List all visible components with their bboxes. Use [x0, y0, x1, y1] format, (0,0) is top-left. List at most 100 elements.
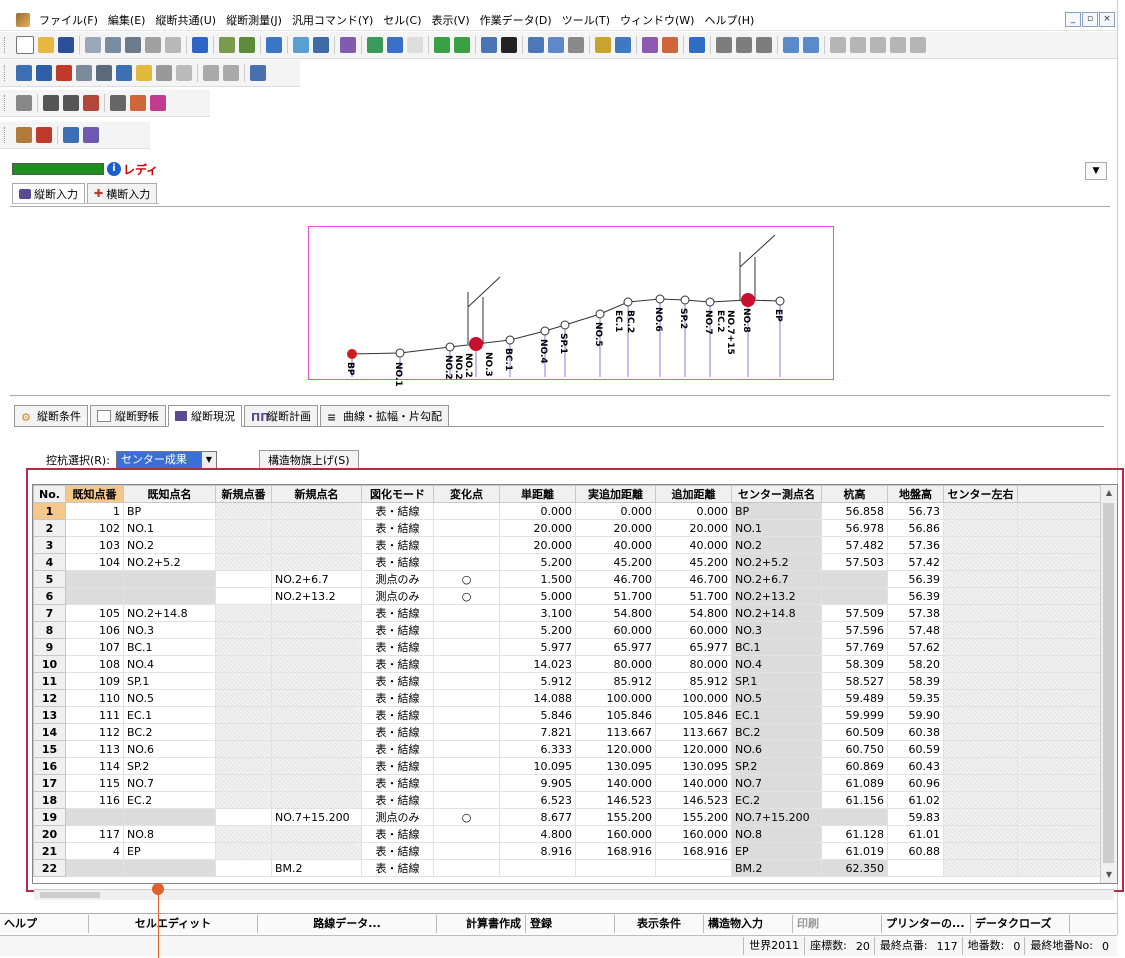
- table-cell[interactable]: 105.846: [575, 706, 656, 724]
- table-cell[interactable]: EP: [731, 842, 822, 860]
- table-cell[interactable]: 80.000: [655, 655, 732, 673]
- table-cell[interactable]: 16: [33, 757, 66, 775]
- data-grid[interactable]: No. 既知点番 既知点名 新規点番 新規点名 図化モード 変化点 単距離 実追…: [32, 484, 1118, 884]
- disk-icon[interactable]: [642, 37, 658, 53]
- zoom-window-icon[interactable]: [36, 65, 52, 81]
- table-cell[interactable]: BM.2: [731, 859, 822, 877]
- table-cell[interactable]: [433, 689, 500, 707]
- menu-work-data[interactable]: 作業データ(D): [475, 12, 557, 28]
- hatch-icon[interactable]: [176, 65, 192, 81]
- table-cell[interactable]: [943, 723, 1018, 741]
- scroll-down-icon[interactable]: ▼: [1101, 867, 1117, 883]
- table-cell[interactable]: NO.7: [731, 774, 822, 792]
- table-cell[interactable]: 100.000: [575, 689, 656, 707]
- table-cell[interactable]: 60.96: [887, 774, 944, 792]
- table-cell[interactable]: [123, 859, 216, 877]
- tool-i-icon[interactable]: [890, 37, 906, 53]
- table-cell[interactable]: 61.128: [821, 825, 888, 843]
- table-cell[interactable]: 103: [65, 536, 124, 554]
- chart-icon[interactable]: [387, 37, 403, 53]
- table-row[interactable]: 4 104 NO.2+5.2 表・結線 5.200 45.200 45.200 NO.2+5.…: [33, 553, 1102, 571]
- table-cell[interactable]: NO.5: [731, 689, 822, 707]
- table-cell[interactable]: 109: [65, 672, 124, 690]
- vertical-scrollbar[interactable]: ▲ ▼: [1100, 485, 1117, 883]
- table-cell[interactable]: 60.43: [887, 757, 944, 775]
- table-cell[interactable]: [943, 791, 1018, 809]
- table-cell[interactable]: 56.73: [887, 502, 944, 520]
- table-cell[interactable]: [65, 808, 124, 826]
- table-cell[interactable]: 40.000: [575, 536, 656, 554]
- table-cell[interactable]: 5.846: [499, 706, 576, 724]
- table-cell[interactable]: 表・結線: [361, 706, 434, 724]
- table-row[interactable]: 15 113 NO.6 表・結線 6.333 120.000 120.000 NO.6 60.7…: [33, 740, 1102, 758]
- table-cell[interactable]: 57.62: [887, 638, 944, 656]
- tool-c-icon[interactable]: [756, 37, 772, 53]
- table-cell[interactable]: 3.100: [499, 604, 576, 622]
- col-center-lr[interactable]: センター左右: [943, 485, 1018, 503]
- table-cell[interactable]: BP: [731, 502, 822, 520]
- table-cell[interactable]: [821, 808, 888, 826]
- table-cell[interactable]: 表・結線: [361, 859, 434, 877]
- table-cell[interactable]: [943, 570, 1018, 588]
- table-cell[interactable]: 20.000: [499, 519, 576, 537]
- table-cell[interactable]: [215, 519, 272, 537]
- table-cell[interactable]: EC.2: [123, 791, 216, 809]
- table-cell[interactable]: 測点のみ: [361, 808, 434, 826]
- tab-field-book[interactable]: 縦断野帳: [90, 405, 166, 426]
- table-cell[interactable]: 表・結線: [361, 842, 434, 860]
- table-cell[interactable]: EC.1: [731, 706, 822, 724]
- tool-g-icon[interactable]: [850, 37, 866, 53]
- table-cell[interactable]: [433, 536, 500, 554]
- table-cell[interactable]: SP.2: [731, 757, 822, 775]
- fkey-structure-input[interactable]: 構造物入力: [704, 915, 793, 933]
- binoculars-x-icon[interactable]: [83, 95, 99, 111]
- table-row[interactable]: 3 103 NO.2 表・結線 20.000 40.000 40.000 NO.2 57.482…: [33, 536, 1102, 554]
- point-bm1[interactable]: [469, 337, 483, 351]
- help-pointer-icon[interactable]: [407, 37, 423, 53]
- table-cell[interactable]: SP.2: [123, 757, 216, 775]
- table-cell[interactable]: [215, 740, 272, 758]
- table-cell[interactable]: NO.1: [123, 519, 216, 537]
- table-cell[interactable]: [271, 740, 362, 758]
- table-cell[interactable]: 表・結線: [361, 672, 434, 690]
- horizontal-scrollbar[interactable]: [34, 889, 1114, 900]
- binoculars-a-icon[interactable]: [43, 95, 59, 111]
- table-cell[interactable]: [215, 655, 272, 673]
- scroll-thumb[interactable]: [1103, 503, 1114, 863]
- table-cell[interactable]: NO.2+13.2: [731, 587, 822, 605]
- table-cell[interactable]: [271, 553, 362, 571]
- table-cell[interactable]: 112: [65, 723, 124, 741]
- table-cell[interactable]: 59.90: [887, 706, 944, 724]
- table-cell[interactable]: [943, 689, 1018, 707]
- layout-icon[interactable]: [689, 37, 705, 53]
- table-cell[interactable]: 10.095: [499, 757, 576, 775]
- table-cell[interactable]: NO.3: [123, 621, 216, 639]
- table-cell[interactable]: 45.200: [575, 553, 656, 571]
- table-cell[interactable]: 5: [33, 570, 66, 588]
- grid-toggle-icon[interactable]: [156, 65, 172, 81]
- scroll-up-icon[interactable]: ▲: [1101, 485, 1117, 501]
- table-cell[interactable]: 113: [65, 740, 124, 758]
- table-cell[interactable]: NO.2+5.2: [123, 553, 216, 571]
- table-cell[interactable]: 146.523: [655, 791, 732, 809]
- table-cell[interactable]: 65.977: [575, 638, 656, 656]
- table-cell[interactable]: [433, 859, 500, 877]
- table-cell[interactable]: 46.700: [655, 570, 732, 588]
- table-cell[interactable]: 5.200: [499, 621, 576, 639]
- table-cell[interactable]: NO.7+15.200: [271, 808, 362, 826]
- table-cell[interactable]: 表・結線: [361, 502, 434, 520]
- table-cell[interactable]: 14.023: [499, 655, 576, 673]
- table-cell[interactable]: 105: [65, 604, 124, 622]
- table-cell[interactable]: 155.200: [575, 808, 656, 826]
- table-cell[interactable]: 22: [33, 859, 66, 877]
- table-cell[interactable]: 114: [65, 757, 124, 775]
- table-cell[interactable]: NO.2+14.8: [123, 604, 216, 622]
- table-cell[interactable]: 56.978: [821, 519, 888, 537]
- chevron-down-icon[interactable]: ▼: [1085, 162, 1107, 180]
- table-cell[interactable]: EC.2: [731, 791, 822, 809]
- table-cell[interactable]: 1.500: [499, 570, 576, 588]
- table-cell[interactable]: 測点のみ: [361, 587, 434, 605]
- new-file-icon[interactable]: [16, 36, 34, 54]
- table-row[interactable]: 18 116 EC.2 表・結線 6.523 146.523 146.523 EC.2 61.1…: [33, 791, 1102, 809]
- draw-a-icon[interactable]: [16, 127, 32, 143]
